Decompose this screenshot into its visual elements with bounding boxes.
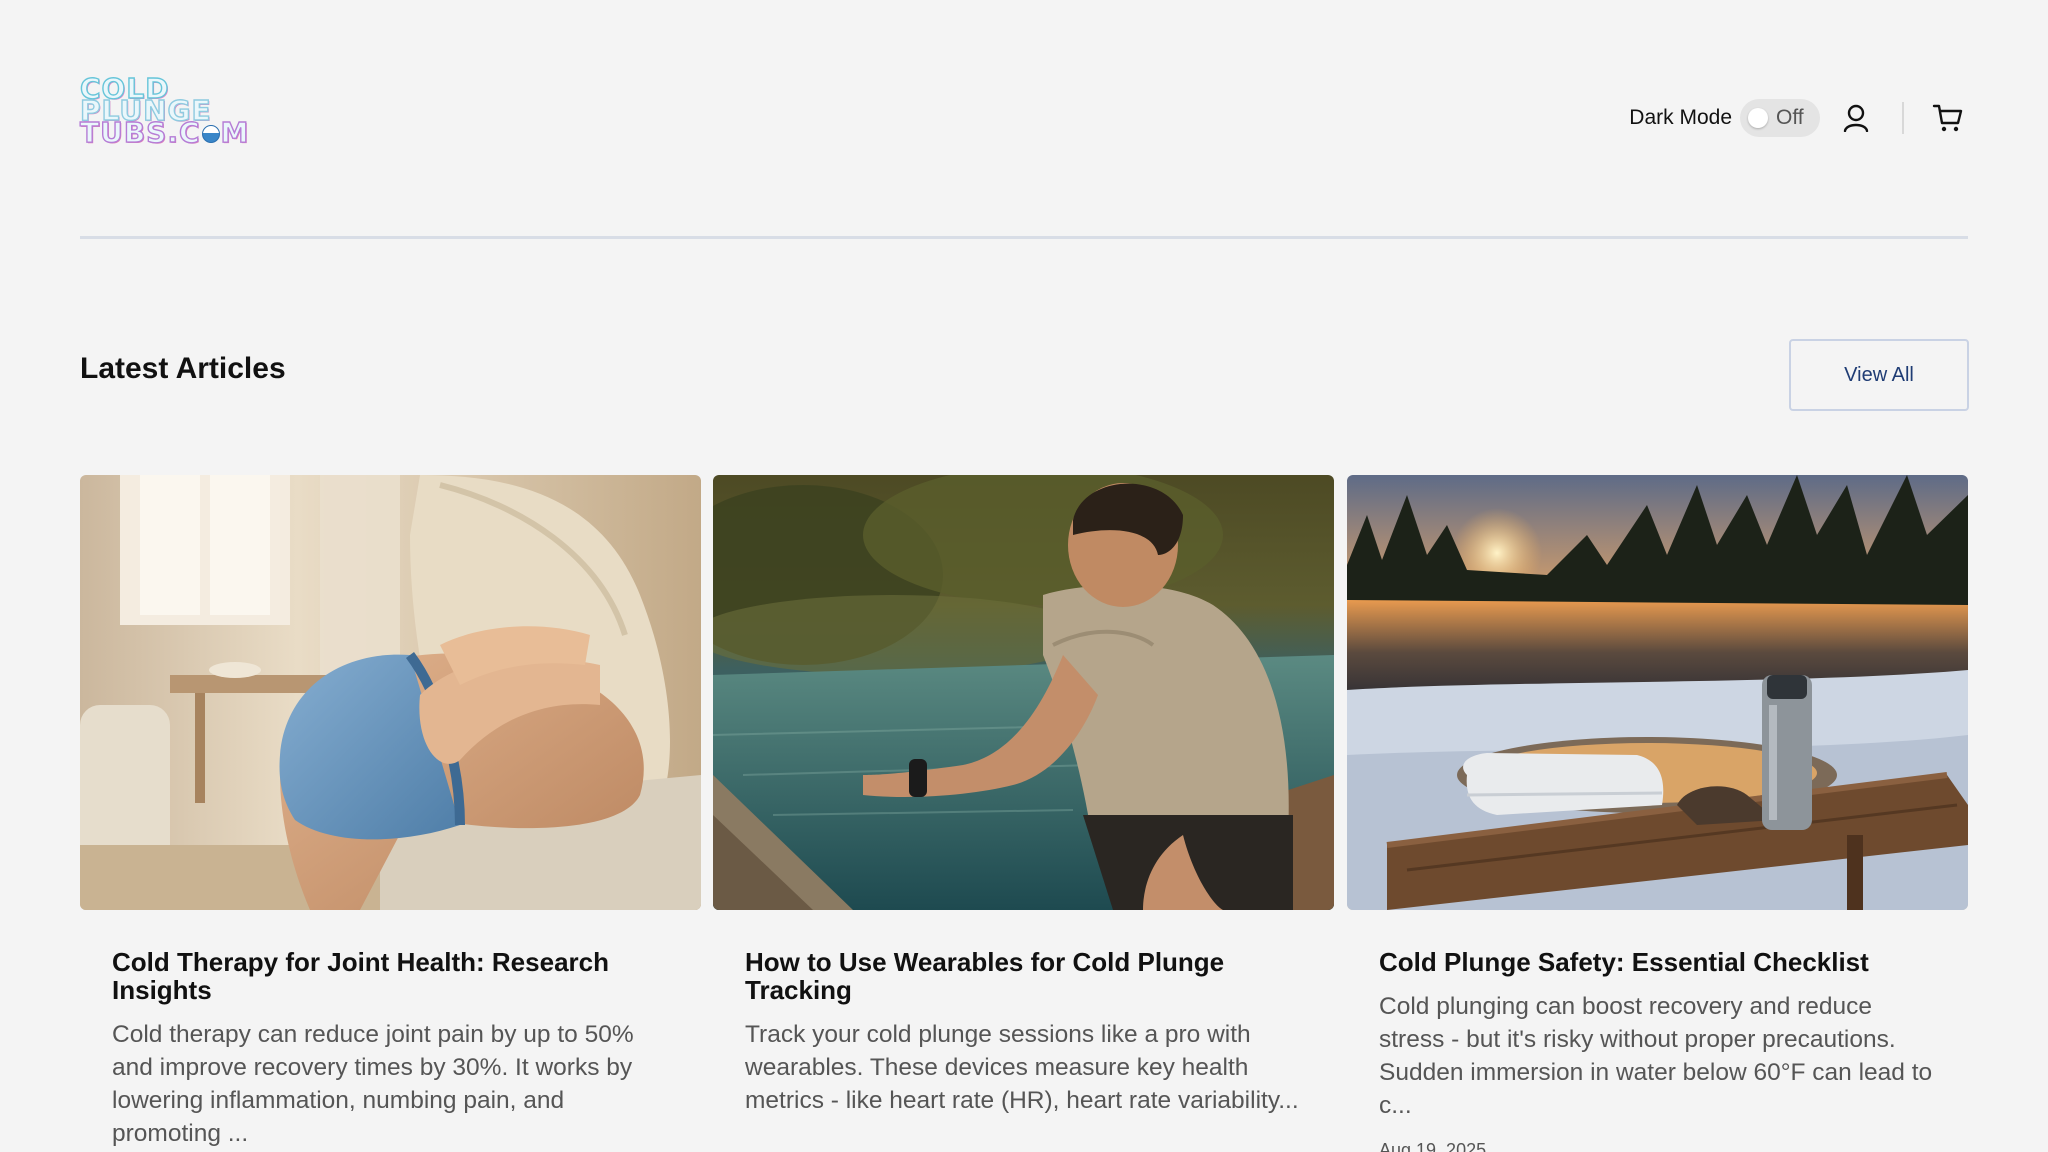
- cart-button[interactable]: [1928, 98, 1968, 138]
- logo-line-3-text: TUBS.C: [79, 116, 201, 149]
- article-excerpt: Cold plunging can boost recovery and red…: [1379, 993, 1933, 1119]
- site-logo[interactable]: COLD PLUNGE TUBS.C M: [79, 74, 250, 154]
- article-image-safety-checklist[interactable]: [1347, 475, 1968, 910]
- section-title: Latest Articles: [80, 352, 286, 385]
- article-card[interactable]: Cold Therapy for Joint Health: Research …: [80, 475, 701, 1150]
- toggle-knob: [1748, 108, 1768, 128]
- dark-mode-state: Off: [1776, 106, 1804, 129]
- dark-mode-label: Dark Mode: [1629, 106, 1732, 129]
- article-image-wearables[interactable]: [713, 475, 1334, 910]
- header-divider-line: [80, 236, 1968, 239]
- site-header: COLD PLUNGE TUBS.C M Dark Mode Off: [79, 60, 1968, 160]
- article-body: Cold Plunge Safety: Essential Checklist …: [1347, 948, 1968, 1152]
- logo-line-3-end: M: [220, 116, 250, 149]
- article-title[interactable]: How to Use Wearables for Cold Plunge Tra…: [745, 948, 1302, 1004]
- article-body: How to Use Wearables for Cold Plunge Tra…: [713, 948, 1334, 1117]
- article-body: Cold Therapy for Joint Health: Research …: [80, 948, 701, 1150]
- dark-mode-toggle[interactable]: Off: [1740, 99, 1820, 137]
- cart-icon: [1932, 104, 1963, 132]
- article-excerpt: Cold therapy can reduce joint pain by up…: [112, 1021, 634, 1147]
- header-divider: [1902, 102, 1904, 134]
- account-button[interactable]: [1836, 98, 1876, 138]
- article-title[interactable]: Cold Plunge Safety: Essential Checklist: [1379, 948, 1936, 976]
- article-excerpt: Track your cold plunge sessions like a p…: [745, 1021, 1299, 1114]
- article-date: Aug 19, 2025: [1379, 1140, 1487, 1152]
- article-image-joint-therapy[interactable]: [80, 475, 701, 910]
- article-title[interactable]: Cold Therapy for Joint Health: Research …: [112, 948, 669, 1004]
- article-card[interactable]: Cold Plunge Safety: Essential Checklist …: [1347, 475, 1968, 1152]
- view-all-button[interactable]: View All: [1789, 339, 1969, 411]
- logo-water-icon: [201, 125, 220, 143]
- user-icon: [1843, 104, 1869, 132]
- article-card[interactable]: How to Use Wearables for Cold Plunge Tra…: [713, 475, 1334, 1117]
- header-actions: Dark Mode Off: [1629, 98, 1968, 138]
- logo-line-3: TUBS.C M: [79, 118, 250, 147]
